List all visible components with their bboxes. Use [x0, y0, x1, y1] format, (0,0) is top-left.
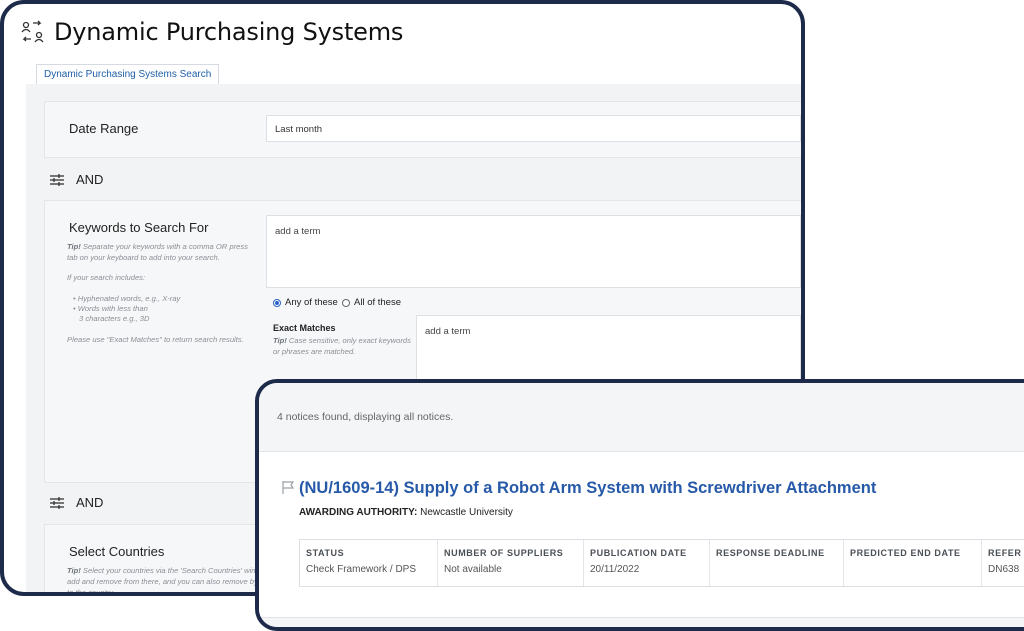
match-all-label: All of these	[354, 297, 401, 308]
countries-label: Select Countries	[69, 544, 165, 559]
exact-matches-label: Exact Matches	[273, 323, 336, 333]
and-operator-2[interactable]: AND	[50, 495, 103, 510]
tab-dps-search[interactable]: Dynamic Purchasing Systems Search	[36, 64, 220, 85]
tab-bar: Dynamic Purchasing Systems Search	[26, 64, 801, 85]
keywords-input[interactable]: add a term	[266, 215, 801, 288]
keywords-bullet-3: 3 characters e.g., 3D	[79, 314, 150, 323]
countries-tip-1: Tip! Select your countries via the 'Sear…	[67, 566, 260, 575]
meta-reference: REFER DN638	[988, 548, 1022, 575]
notice-meta-table: STATUS Check Framework / DPS NUMBER OF S…	[299, 539, 1024, 587]
flag-icon[interactable]	[281, 480, 296, 495]
radio-any[interactable]	[273, 298, 281, 307]
countries-tip-3: to the country.	[67, 588, 115, 596]
and-label: AND	[76, 495, 104, 510]
keywords-includes: If your search includes:	[67, 273, 146, 282]
keywords-label: Keywords to Search For	[69, 220, 209, 235]
notices-count: 4 notices found, displaying all notices.	[277, 411, 454, 423]
authority-value: Newcastle University	[420, 507, 513, 518]
and-label: AND	[76, 172, 104, 187]
meta-suppliers: NUMBER OF SUPPLIERS Not available	[438, 540, 584, 586]
meta-publication-date: PUBLICATION DATE 20/11/2022	[584, 540, 710, 586]
date-range-panel: Date Range Last month	[44, 101, 801, 158]
and-operator-1[interactable]: AND	[50, 172, 103, 187]
match-any-option[interactable]: Any of these	[273, 297, 338, 308]
exact-matches-placeholder: add a term	[425, 326, 471, 337]
radio-all[interactable]	[342, 298, 350, 307]
awarding-authority: AWARDING AUTHORITY: Newcastle University	[299, 507, 513, 518]
purchasing-systems-icon	[21, 20, 44, 43]
keywords-tip: Tip! Separate your keywords with a comma…	[67, 242, 248, 262]
meta-response-deadline: RESPONSE DEADLINE	[710, 540, 844, 586]
notice-card: (NU/1609-14) Supply of a Robot Arm Syste…	[259, 452, 1024, 617]
keywords-exact-note: Please use "Exact Matches" to return sea…	[67, 335, 244, 344]
results-summary-bar: 4 notices found, displaying all notices.	[259, 383, 1024, 452]
date-range-select[interactable]: Last month	[266, 115, 801, 142]
meta-predicted-end-date: PREDICTED END DATE	[844, 540, 982, 586]
filter-sliders-icon	[50, 496, 64, 509]
page-title: Dynamic Purchasing Systems	[54, 18, 404, 46]
keywords-placeholder: add a term	[275, 226, 321, 237]
meta-status: STATUS Check Framework / DPS	[300, 540, 438, 586]
match-any-label: Any of these	[285, 297, 338, 308]
page-header: Dynamic Purchasing Systems	[20, 18, 403, 46]
exact-matches-tip: Tip! Case sensitive, only exact keywords…	[273, 336, 411, 356]
date-range-label: Date Range	[69, 121, 139, 136]
date-range-value: Last month	[275, 124, 322, 135]
match-all-option[interactable]: All of these	[342, 297, 401, 308]
authority-label: AWARDING AUTHORITY:	[299, 507, 418, 518]
countries-tip-2: add and remove from there, and you can a…	[67, 577, 258, 586]
results-window: 4 notices found, displaying all notices.…	[255, 379, 1024, 631]
notice-title-link[interactable]: (NU/1609-14) Supply of a Robot Arm Syste…	[299, 479, 876, 498]
filter-sliders-icon	[50, 173, 64, 186]
